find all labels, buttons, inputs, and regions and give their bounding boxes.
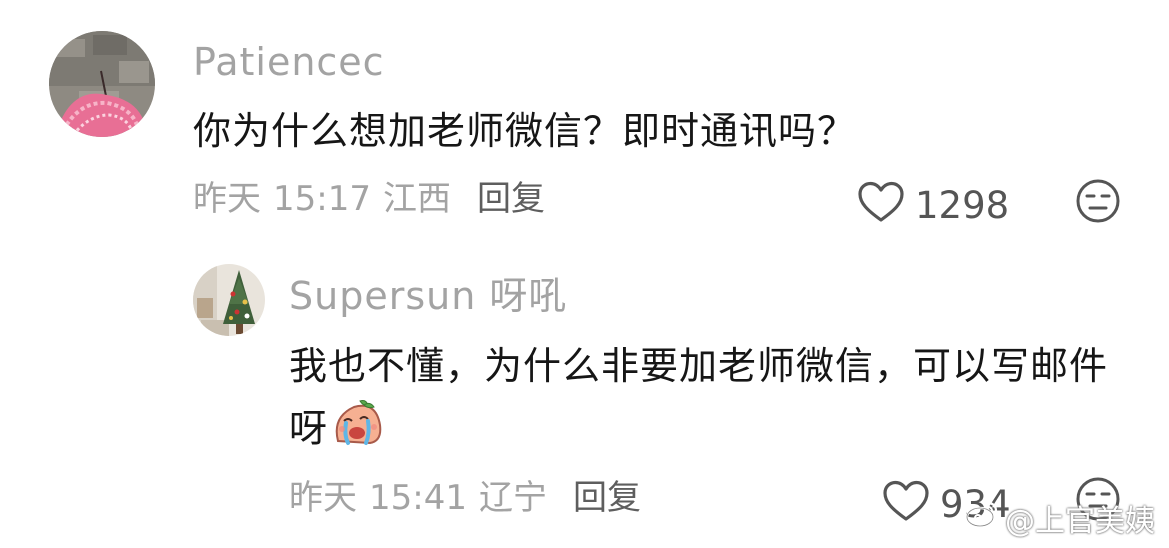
- reply-button[interactable]: 回复: [573, 478, 641, 518]
- comment-date: 昨天: [193, 179, 261, 219]
- dislike-button[interactable]: [1075, 178, 1121, 228]
- avatar[interactable]: [193, 264, 265, 336]
- comment-text: 你为什么想加老师微信？即时通讯吗？: [193, 109, 857, 153]
- heart-outline-icon: [882, 480, 940, 530]
- heart-outline-icon: [857, 181, 915, 231]
- comment-location: 江西: [382, 179, 451, 219]
- watermark: @上官美姨: [965, 496, 1155, 540]
- comment-thread: Patiencec 你为什么想加老师微信？即时通讯吗？ 昨天 15:17 江西 回复 …: [0, 0, 1169, 548]
- reply-button[interactable]: 回复: [477, 179, 545, 219]
- comment-meta: 昨天 15:17 江西 回复: [193, 179, 545, 219]
- comment-text-body: 我也不懂，为什么非要加老师微信，可以写邮件呀: [289, 344, 1109, 451]
- username[interactable]: Patiencec: [193, 40, 385, 84]
- avatar[interactable]: [49, 31, 155, 137]
- meh-face-icon: [1075, 179, 1121, 228]
- comment-meta: 昨天 15:41 辽宁 回复: [289, 478, 641, 518]
- username[interactable]: Supersun 呀吼: [289, 274, 567, 318]
- comment-location: 辽宁: [478, 478, 547, 518]
- comment-text: 我也不懂，为什么非要加老师微信，可以写邮件呀: [289, 335, 1139, 465]
- like-count: 1298: [915, 184, 1010, 227]
- comment-time: 15:17: [273, 179, 371, 219]
- crying-face-emoji: [330, 397, 384, 465]
- watermark-text: @上官美姨: [1005, 504, 1155, 539]
- comment-date: 昨天: [289, 478, 357, 518]
- like-button[interactable]: 1298: [857, 181, 1009, 231]
- weibo-logo-icon: [965, 500, 1005, 536]
- comment-time: 15:41: [369, 478, 467, 518]
